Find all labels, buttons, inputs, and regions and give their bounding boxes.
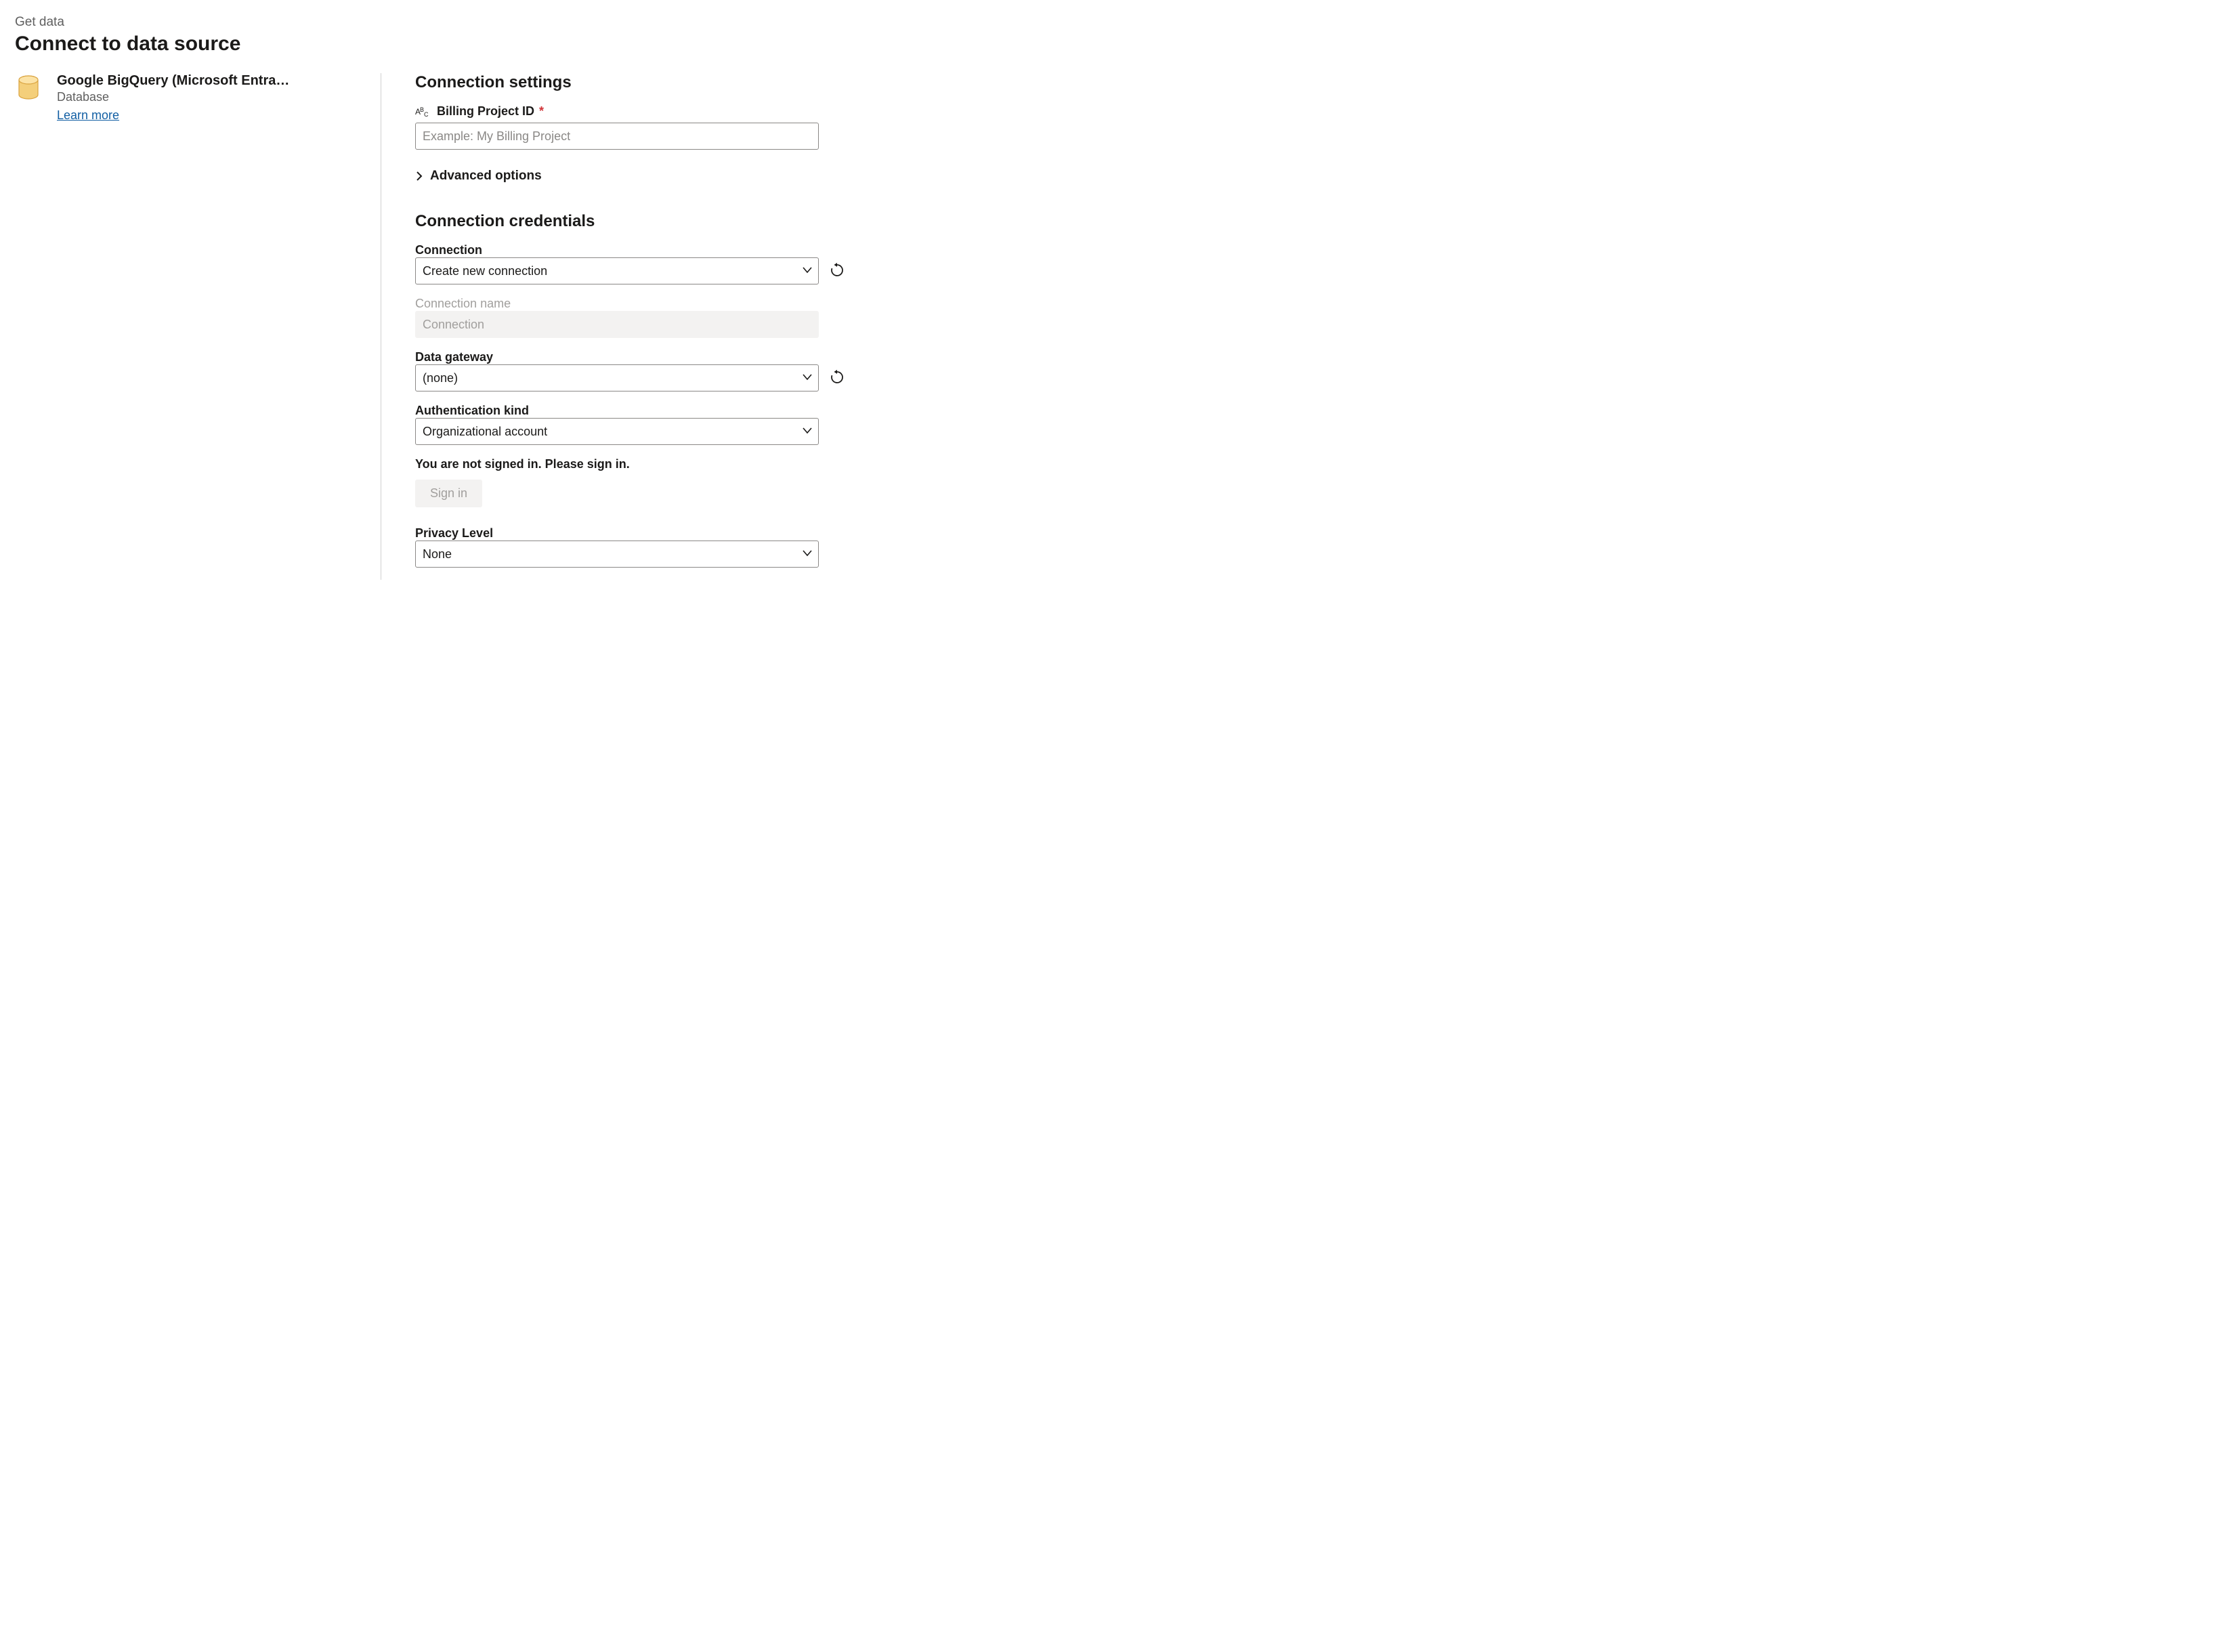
billing-project-input[interactable] <box>415 123 819 150</box>
signin-status-text: You are not signed in. Please sign in. <box>415 457 2217 471</box>
advanced-options-label: Advanced options <box>430 169 542 184</box>
connector-title: Google BigQuery (Microsoft Entra… <box>57 73 289 89</box>
svg-text:C: C <box>424 111 429 118</box>
signin-button[interactable]: Sign in <box>415 480 482 507</box>
connection-credentials-heading: Connection credentials <box>415 212 2217 231</box>
connection-settings-heading: Connection settings <box>415 73 2217 92</box>
data-gateway-label: Data gateway <box>415 350 2217 364</box>
refresh-icon <box>830 370 845 387</box>
refresh-icon <box>830 263 845 280</box>
connection-select[interactable]: Create new connection <box>415 257 819 284</box>
advanced-options-toggle[interactable]: Advanced options <box>415 162 542 189</box>
required-marker: * <box>539 104 544 118</box>
refresh-connection-button[interactable] <box>828 262 846 280</box>
learn-more-link[interactable]: Learn more <box>57 108 119 123</box>
privacy-level-label: Privacy Level <box>415 526 2217 541</box>
page-title: Connect to data source <box>15 33 2224 56</box>
auth-kind-label: Authentication kind <box>415 404 2217 418</box>
connector-subtitle: Database <box>57 90 289 104</box>
refresh-gateway-button[interactable] <box>828 369 846 387</box>
billing-project-label: Billing Project ID * <box>437 104 544 119</box>
breadcrumb: Get data <box>15 15 2224 30</box>
connection-name-label: Connection name <box>415 297 2217 311</box>
connection-name-input <box>415 311 819 338</box>
data-gateway-select[interactable]: (none) <box>415 364 819 391</box>
auth-kind-select[interactable]: Organizational account <box>415 418 819 445</box>
database-icon <box>15 75 42 102</box>
connector-summary: Google BigQuery (Microsoft Entra… Databa… <box>15 73 367 123</box>
text-type-icon: A B C <box>415 106 430 118</box>
privacy-level-select[interactable]: None <box>415 541 819 568</box>
connection-label: Connection <box>415 243 2217 257</box>
chevron-right-icon <box>415 171 423 181</box>
